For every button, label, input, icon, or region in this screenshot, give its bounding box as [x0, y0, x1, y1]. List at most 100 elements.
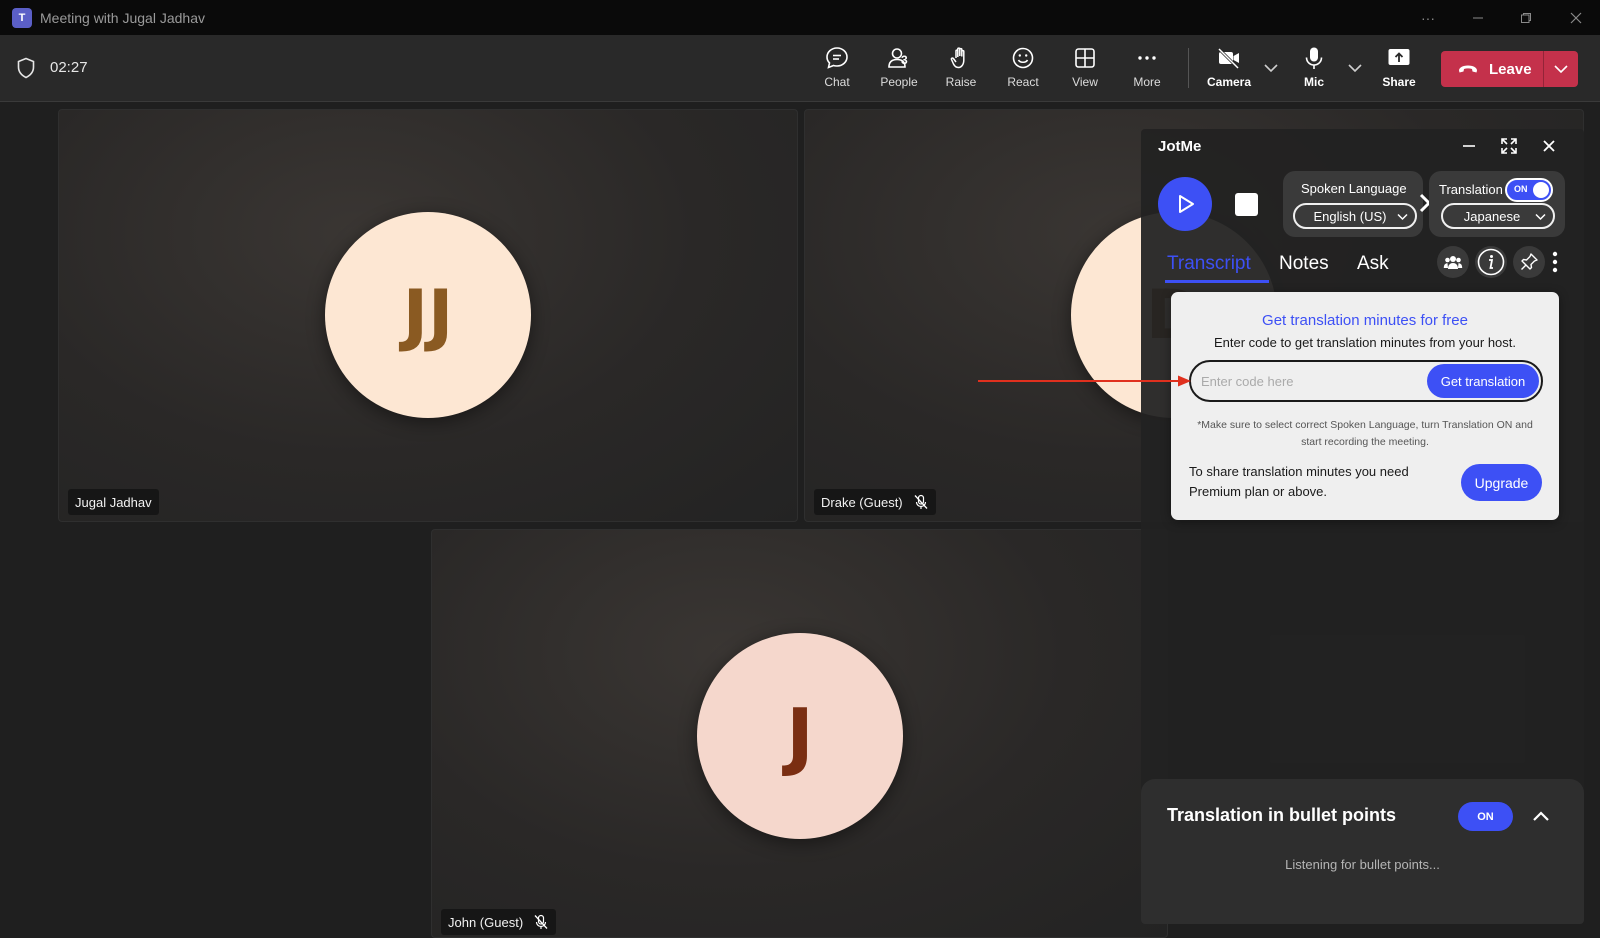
camera-button[interactable]: Camera [1200, 45, 1258, 95]
popup-subtitle: Enter code to get translation minutes fr… [1213, 335, 1517, 350]
window-title: Meeting with Jugal Jadhav [40, 9, 205, 26]
raise-label: Raise [945, 75, 977, 89]
code-input[interactable] [1201, 370, 1421, 392]
participant-tile-jugal[interactable]: JJ Jugal Jadhav [58, 109, 798, 522]
chat-button[interactable]: Chat [808, 45, 866, 95]
raise-hand-button[interactable]: Raise [932, 45, 990, 95]
mic-muted-icon [534, 914, 548, 929]
translation-toggle-label: ON [1514, 184, 1528, 194]
microphone-icon [1305, 47, 1323, 69]
participant-name-tag: Drake (Guest) [814, 489, 936, 515]
more-options-icon[interactable]: ··· [1404, 0, 1452, 35]
restore-window-button[interactable] [1502, 0, 1550, 35]
toolbar-divider [1188, 48, 1189, 88]
camera-options-chevron-icon[interactable] [1261, 58, 1281, 78]
translation-label: Translation [1439, 182, 1503, 197]
participant-name-tag: John (Guest) [441, 909, 557, 935]
mic-button[interactable]: Mic [1285, 45, 1343, 95]
participant-name: John (Guest) [448, 914, 524, 930]
mic-label: Mic [1303, 75, 1324, 89]
popup-title: Get translation minutes for free [1262, 312, 1468, 329]
pin-icon[interactable] [1513, 246, 1545, 278]
teams-app-icon: T [12, 7, 32, 28]
chat-label: Chat [824, 75, 850, 89]
people-count-badge: 3 [901, 53, 908, 67]
stop-recording-button[interactable] [1235, 193, 1258, 216]
share-button[interactable]: Share [1370, 45, 1428, 95]
more-dots-icon [1138, 56, 1156, 60]
play-icon [1179, 195, 1194, 213]
avatar-initials: JJ [402, 275, 454, 355]
premium-requirement-text: To share translation minutes you need Pr… [1189, 464, 1409, 499]
spoken-language-box: Spoken Language English (US) [1283, 171, 1423, 237]
translation-minutes-popup: Get translation minutes for free Enter c… [1171, 292, 1559, 520]
annotation-arrow [978, 375, 1191, 387]
toggle-knob [1533, 182, 1549, 198]
translation-language-select[interactable]: Japanese [1441, 203, 1555, 229]
close-icon[interactable] [1537, 134, 1561, 158]
chevron-down-icon [1397, 213, 1408, 221]
mic-muted-icon [914, 494, 928, 509]
participant-tile-john[interactable]: J John (Guest) [431, 529, 1168, 938]
meeting-toolbar: 02:27 Chat 3 People Raise React View Mor… [0, 35, 1600, 102]
window-title-bar: T Meeting with Jugal Jadhav ··· [0, 0, 1600, 35]
close-window-button[interactable] [1552, 0, 1600, 35]
camera-off-icon [1217, 47, 1240, 70]
people-label: People [880, 75, 918, 89]
leave-button[interactable]: Leave [1441, 51, 1578, 87]
leave-label: Leave [1489, 60, 1532, 78]
smiley-icon [1012, 47, 1034, 69]
participants-icon[interactable] [1437, 246, 1469, 278]
meeting-timer: 02:27 [50, 59, 88, 76]
more-button[interactable]: More [1118, 45, 1176, 95]
upgrade-button[interactable]: Upgrade [1461, 464, 1542, 501]
info-icon[interactable] [1475, 246, 1507, 278]
react-button[interactable]: React [994, 45, 1052, 95]
bullet-points-title: Translation in bullet points [1167, 805, 1397, 825]
leave-options-chevron-icon[interactable] [1551, 59, 1571, 79]
chevron-down-icon [1535, 213, 1546, 221]
expand-icon[interactable] [1497, 134, 1521, 158]
popup-note: *Make sure to select correct Spoken Lang… [1197, 419, 1533, 448]
share-label: Share [1382, 75, 1416, 89]
leave-separator [1543, 51, 1544, 87]
translation-toggle[interactable]: ON [1505, 178, 1553, 202]
participant-name: Drake (Guest) [821, 494, 903, 510]
bullet-points-panel: Translation in bullet points ON Listenin… [1141, 779, 1584, 924]
tab-ask[interactable]: Ask [1357, 253, 1389, 275]
translation-language-value: Japanese [1463, 208, 1521, 224]
people-button[interactable]: 3 People [870, 45, 928, 95]
minimize-icon[interactable] [1457, 134, 1481, 158]
spoken-language-label: Spoken Language [1301, 181, 1407, 196]
jotme-title: JotMe [1158, 138, 1202, 155]
participant-name-tag: Jugal Jadhav [68, 489, 159, 515]
raise-hand-icon [950, 47, 965, 69]
bullet-points-toggle[interactable]: ON [1458, 802, 1513, 831]
tab-transcript[interactable]: Transcript [1167, 253, 1251, 275]
view-label: View [1072, 75, 1098, 89]
chat-icon [826, 47, 848, 69]
tab-notes[interactable]: Notes [1279, 253, 1329, 275]
get-translation-button[interactable]: Get translation [1427, 364, 1539, 398]
spoken-language-value: English (US) [1313, 208, 1387, 224]
avatar-j: J [697, 633, 903, 839]
active-tab-underline [1165, 280, 1269, 283]
react-label: React [1007, 75, 1039, 89]
minimize-window-button[interactable] [1454, 0, 1502, 35]
bullet-points-status: Listening for bullet points... [1285, 857, 1440, 872]
more-label: More [1133, 75, 1161, 89]
shield-icon [17, 57, 35, 79]
start-recording-button[interactable] [1158, 177, 1212, 231]
participant-name: Jugal Jadhav [75, 494, 152, 510]
hang-up-icon [1459, 65, 1477, 73]
kebab-menu-icon[interactable] [1547, 246, 1563, 278]
avatar-initials: J [786, 693, 814, 779]
mic-options-chevron-icon[interactable] [1345, 58, 1365, 78]
people-icon [888, 48, 906, 68]
chevron-up-icon[interactable] [1529, 805, 1553, 829]
code-input-wrapper: Get translation [1189, 360, 1543, 402]
avatar-jj: JJ [325, 212, 531, 418]
spoken-language-select[interactable]: English (US) [1293, 203, 1417, 229]
grid-view-icon [1075, 48, 1095, 68]
view-button[interactable]: View [1056, 45, 1114, 95]
